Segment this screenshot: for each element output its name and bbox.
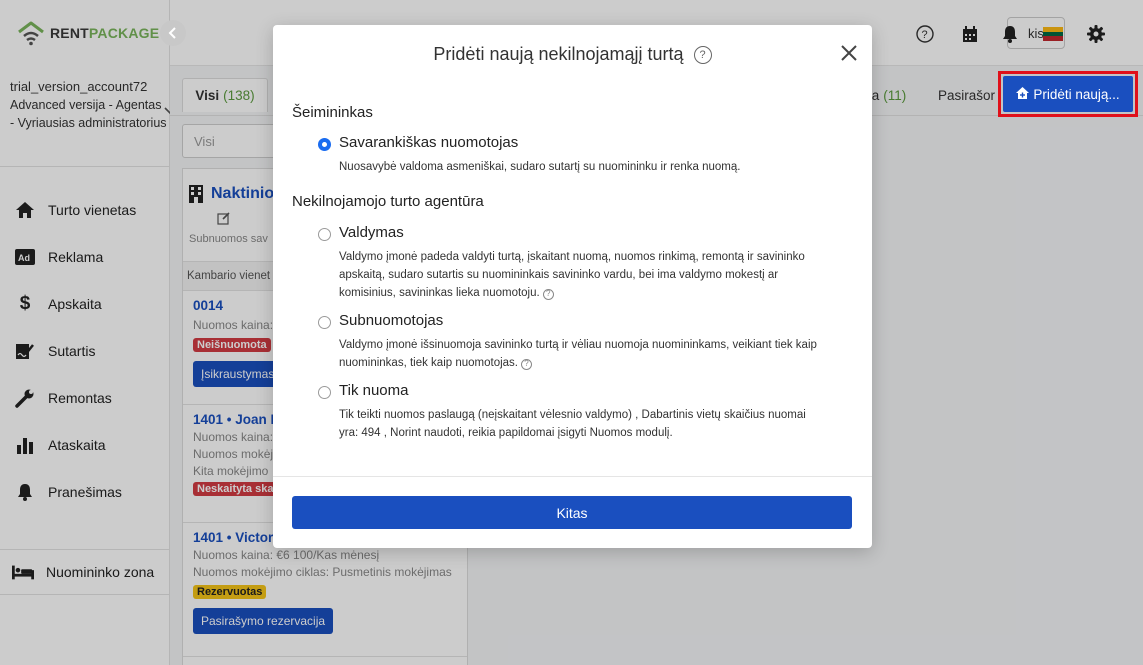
option-label: Subnuomotojas	[339, 312, 444, 329]
modal-footer	[273, 476, 872, 477]
option-label: Valdymas	[339, 224, 404, 241]
radio-self-landlord[interactable]	[318, 138, 331, 151]
option-desc: Tik teikti nuomos paslaugą (neįskaitant …	[339, 409, 806, 439]
help-icon[interactable]: ?	[693, 46, 712, 64]
add-property-modal: Pridėti naują nekilnojamąjį turtą? Šeimi…	[273, 25, 872, 548]
close-button[interactable]	[838, 44, 860, 66]
option-desc: Valdymo įmonė padeda valdyti turtą, įska…	[339, 251, 805, 299]
section-agency: Nekilnojamojo turto agentūra	[292, 193, 484, 210]
help-icon[interactable]: ?	[542, 288, 554, 300]
add-new-button[interactable]: Pridėti naują...	[1003, 76, 1133, 112]
house-plus-icon	[1016, 86, 1030, 102]
add-new-label: Pridėti naują...	[1033, 86, 1120, 102]
option-desc: Valdymo įmonė išsinuomoja savininko turt…	[339, 339, 817, 369]
option-sublessor[interactable]: Subnuomotojas Valdymo įmonė išsinuomoja …	[318, 312, 818, 372]
add-button-highlight: Pridėti naują...	[998, 71, 1138, 117]
option-self-landlord[interactable]: Savarankiškas nuomotojas Nuosavybė valdo…	[318, 134, 818, 178]
option-label: Tik nuoma	[339, 382, 409, 399]
section-owner: Šeimininkas	[292, 104, 373, 121]
option-rent-only[interactable]: Tik nuoma Tik teikti nuomos paslaugą (ne…	[318, 382, 818, 446]
radio-management[interactable]	[318, 228, 331, 241]
close-icon	[841, 45, 857, 61]
option-label: Savarankiškas nuomotojas	[339, 134, 519, 151]
help-icon[interactable]: ?	[521, 358, 532, 370]
option-desc: Nuosavybė valdoma asmeniškai, sudaro sut…	[339, 161, 741, 173]
radio-rent-only[interactable]	[318, 386, 331, 399]
option-management[interactable]: Valdymas Valdymo įmonė padeda valdyti tu…	[318, 224, 818, 304]
collapse-sidebar-button[interactable]	[160, 20, 186, 46]
modal-title: Pridėti naują nekilnojamąjį turtą	[433, 44, 684, 64]
next-button[interactable]: Kitas	[292, 496, 852, 529]
radio-sublessor[interactable]	[318, 316, 331, 329]
